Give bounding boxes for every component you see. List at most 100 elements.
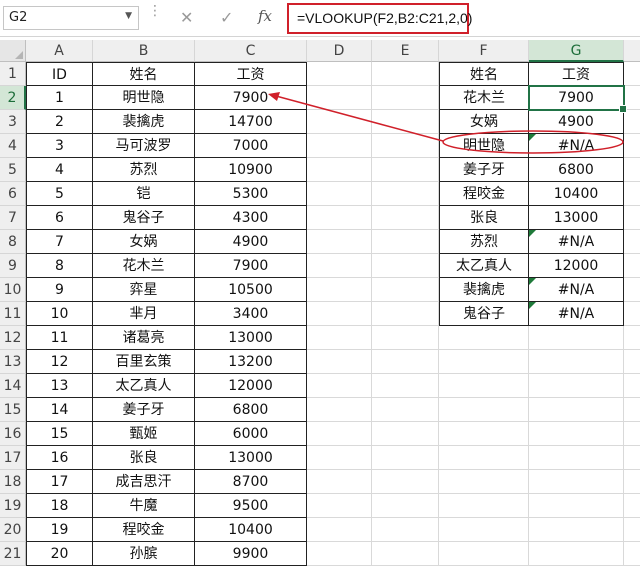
grid-cell[interactable] — [439, 326, 529, 350]
grid-cell[interactable] — [624, 134, 640, 158]
grid-cell[interactable] — [439, 422, 529, 446]
grid-cell[interactable] — [372, 446, 439, 470]
column-header-b[interactable]: B — [93, 40, 195, 62]
column-header-c[interactable]: C — [195, 40, 307, 62]
left-table-cell[interactable]: 2 — [26, 110, 93, 134]
left-table-cell[interactable]: 7900 — [195, 86, 307, 110]
left-table-cell[interactable]: 弈星 — [93, 278, 195, 302]
left-table-cell[interactable]: 8 — [26, 254, 93, 278]
row-header-19[interactable]: 19 — [0, 494, 26, 518]
grid-cell[interactable] — [439, 518, 529, 542]
left-table-cell[interactable]: 百里玄策 — [93, 350, 195, 374]
grid-cell[interactable] — [307, 254, 372, 278]
grid-cell[interactable] — [624, 374, 640, 398]
grid-cell[interactable] — [307, 422, 372, 446]
grid-cell[interactable] — [307, 110, 372, 134]
grid-cell[interactable] — [372, 518, 439, 542]
grid-cell[interactable] — [372, 542, 439, 566]
left-table-cell[interactable]: 5300 — [195, 182, 307, 206]
right-table-salary-cell[interactable]: 4900 — [529, 110, 624, 134]
left-table-cell[interactable]: 19 — [26, 518, 93, 542]
grid-cell[interactable] — [307, 134, 372, 158]
grid-cell[interactable] — [624, 278, 640, 302]
grid-cell[interactable] — [307, 518, 372, 542]
grid-cell[interactable] — [372, 350, 439, 374]
column-header-d[interactable]: D — [307, 40, 372, 62]
row-header-21[interactable]: 21 — [0, 542, 26, 566]
right-table-header[interactable]: 工资 — [529, 62, 624, 86]
right-table-salary-cell[interactable]: #N/A — [529, 230, 624, 254]
grid-cell[interactable] — [307, 494, 372, 518]
row-header-20[interactable]: 20 — [0, 518, 26, 542]
grid-cell[interactable] — [372, 470, 439, 494]
grid-cell[interactable] — [439, 494, 529, 518]
column-header-a[interactable]: A — [26, 40, 93, 62]
left-table-cell[interactable]: 14 — [26, 398, 93, 422]
left-table-cell[interactable]: 3 — [26, 134, 93, 158]
left-table-cell[interactable]: 6000 — [195, 422, 307, 446]
left-table-cell[interactable]: 14700 — [195, 110, 307, 134]
grid-cell[interactable] — [624, 86, 640, 110]
left-table-cell[interactable]: 12000 — [195, 374, 307, 398]
left-table-cell[interactable]: 17 — [26, 470, 93, 494]
left-table-cell[interactable]: 成吉思汗 — [93, 470, 195, 494]
right-table-salary-cell[interactable]: 13000 — [529, 206, 624, 230]
grid-cell[interactable] — [439, 446, 529, 470]
drag-handle-icon[interactable]: ⋮ — [148, 4, 162, 18]
left-table-cell[interactable]: 7000 — [195, 134, 307, 158]
left-table-cell[interactable]: 裴擒虎 — [93, 110, 195, 134]
insert-function-icon[interactable]: fx — [258, 7, 272, 25]
left-table-cell[interactable]: 芈月 — [93, 302, 195, 326]
grid-cell[interactable] — [624, 470, 640, 494]
left-table-cell[interactable]: 3400 — [195, 302, 307, 326]
grid-cell[interactable] — [529, 518, 624, 542]
right-table-name-cell[interactable]: 裴擒虎 — [439, 278, 529, 302]
grid-cell[interactable] — [372, 494, 439, 518]
row-header-9[interactable]: 9 — [0, 254, 26, 278]
enter-icon[interactable]: ✓ — [220, 8, 233, 27]
grid-cell[interactable] — [372, 182, 439, 206]
row-header-4[interactable]: 4 — [0, 134, 26, 158]
grid-cell[interactable] — [372, 110, 439, 134]
grid-cell[interactable] — [624, 446, 640, 470]
grid-cell[interactable] — [624, 206, 640, 230]
grid-cell[interactable] — [372, 158, 439, 182]
grid-cell[interactable] — [307, 230, 372, 254]
grid-cell[interactable] — [307, 374, 372, 398]
left-table-cell[interactable]: 花木兰 — [93, 254, 195, 278]
grid-cell[interactable] — [307, 398, 372, 422]
left-table-cell[interactable]: 张良 — [93, 446, 195, 470]
left-table-cell[interactable]: 苏烈 — [93, 158, 195, 182]
right-table-name-cell[interactable]: 明世隐 — [439, 134, 529, 158]
row-header-18[interactable]: 18 — [0, 470, 26, 494]
left-table-cell[interactable]: 程咬金 — [93, 518, 195, 542]
grid-cell[interactable] — [624, 422, 640, 446]
row-header-10[interactable]: 10 — [0, 278, 26, 302]
row-header-2[interactable]: 2 — [0, 86, 26, 110]
grid-cell[interactable] — [529, 542, 624, 566]
row-header-15[interactable]: 15 — [0, 398, 26, 422]
grid-cell[interactable] — [372, 62, 439, 86]
grid-cell[interactable] — [372, 302, 439, 326]
left-table-header[interactable]: 姓名 — [93, 62, 195, 86]
grid-cell[interactable] — [307, 302, 372, 326]
grid-cell[interactable] — [439, 542, 529, 566]
left-table-cell[interactable]: 13 — [26, 374, 93, 398]
left-table-cell[interactable]: 4 — [26, 158, 93, 182]
grid-cell[interactable] — [307, 278, 372, 302]
right-table-name-cell[interactable]: 花木兰 — [439, 86, 529, 110]
left-table-cell[interactable]: 太乙真人 — [93, 374, 195, 398]
grid-cell[interactable] — [624, 182, 640, 206]
row-header-3[interactable]: 3 — [0, 110, 26, 134]
right-table-salary-cell[interactable]: #N/A — [529, 278, 624, 302]
left-table-cell[interactable]: 马可波罗 — [93, 134, 195, 158]
left-table-cell[interactable]: 20 — [26, 542, 93, 566]
select-all-corner[interactable] — [0, 40, 26, 62]
grid-cell[interactable] — [307, 158, 372, 182]
left-table-cell[interactable]: 13000 — [195, 446, 307, 470]
right-table-salary-cell[interactable]: 12000 — [529, 254, 624, 278]
row-header-16[interactable]: 16 — [0, 422, 26, 446]
grid-cell[interactable] — [439, 374, 529, 398]
left-table-cell[interactable]: 铠 — [93, 182, 195, 206]
grid-cell[interactable] — [529, 422, 624, 446]
